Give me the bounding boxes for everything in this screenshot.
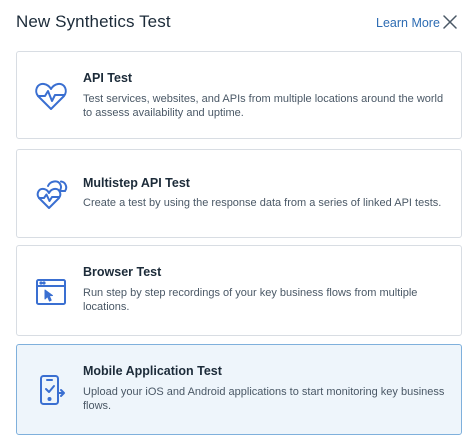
modal-title: New Synthetics Test — [16, 12, 171, 31]
option-description: Test services, websites, and APIs from m… — [83, 93, 444, 119]
heart-pulse-icon — [34, 79, 68, 113]
option-description: Create a test by using the response data… — [83, 197, 442, 209]
modal-header: New Synthetics Test Learn More — [0, 0, 474, 46]
browser-test-option[interactable]: Browser Test Run step by step recordings… — [16, 245, 462, 336]
api-test-option[interactable]: API Test Test services, websites, and AP… — [16, 51, 462, 139]
option-title: Mobile Application Test — [83, 364, 222, 378]
option-description: Upload your iOS and Android applications… — [83, 386, 445, 412]
close-button[interactable] — [443, 15, 457, 29]
mobile-application-test-option[interactable]: Mobile Application Test Upload your iOS … — [16, 344, 462, 435]
mobile-check-icon — [34, 373, 68, 407]
option-title: API Test — [83, 71, 133, 85]
browser-window-icon — [34, 276, 68, 310]
option-title: Multistep API Test — [83, 176, 190, 190]
multistep-api-test-option[interactable]: Multistep API Test Create a test by usin… — [16, 149, 462, 238]
learn-more-link[interactable]: Learn More — [376, 16, 440, 30]
option-description: Run step by step recordings of your key … — [83, 287, 418, 313]
option-title: Browser Test — [83, 265, 162, 279]
close-icon — [443, 15, 457, 29]
double-heart-pulse-icon — [34, 177, 68, 211]
